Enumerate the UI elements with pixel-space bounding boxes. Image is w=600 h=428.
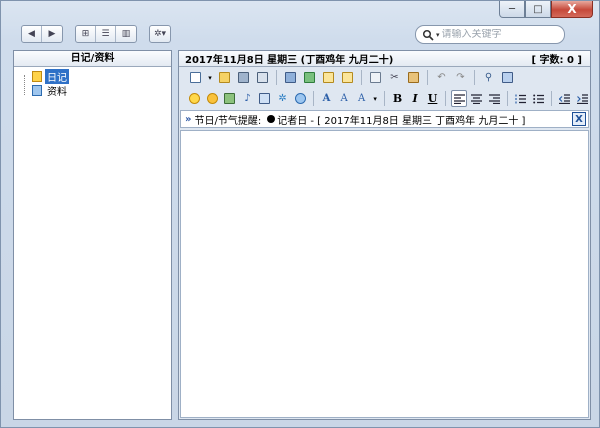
save-as-button[interactable] (254, 69, 271, 86)
insert-table-button[interactable] (257, 90, 273, 107)
close-button[interactable]: X (551, 1, 593, 18)
insert-link-button[interactable] (292, 90, 308, 107)
settings-group: ✲▾ (149, 25, 171, 43)
maximize-button[interactable]: □ (525, 1, 551, 18)
view-list-button[interactable]: ☰ (96, 26, 116, 42)
import-button[interactable] (320, 69, 337, 86)
font-color-dropdown-icon[interactable]: ▾ (371, 90, 378, 107)
view-columns-button[interactable]: ▥ (116, 26, 136, 42)
toolbar-divider (506, 91, 508, 106)
insert-special-button[interactable]: ✲ (275, 90, 291, 107)
open-folder-button[interactable] (216, 69, 233, 86)
insert-image-button[interactable] (222, 90, 238, 107)
main-toolbar: ◀ ▶ ⊞ ☰ ▥ ✲▾ ▾ (15, 23, 569, 45)
new-dropdown-icon[interactable]: ▾ (206, 69, 214, 86)
align-left-icon (453, 93, 465, 104)
word-count: [ 字数: 0 ] (531, 55, 582, 66)
insert-music-button[interactable]: ♪ (240, 90, 256, 107)
toolbar-divider (550, 91, 552, 106)
align-center-button[interactable] (469, 90, 485, 107)
forward-button[interactable]: ▶ (42, 26, 62, 42)
doc-icon (32, 84, 42, 96)
chevron-right-icon[interactable]: » (185, 114, 191, 125)
indent-icon (576, 93, 588, 104)
paste-button[interactable] (405, 69, 422, 86)
search-dropdown-icon[interactable]: ▾ (436, 31, 440, 39)
tree-item-label: 资料 (47, 86, 67, 98)
app-window: ─ □ X ◀ ▶ ⊞ ☰ ▥ ✲▾ ▾ 日记/资料 (0, 0, 600, 428)
caption-buttons: ─ □ X (499, 1, 593, 18)
nav-buttons: ◀ ▶ (21, 25, 63, 43)
cut-button[interactable]: ✂ (386, 69, 403, 86)
copy-button[interactable] (367, 69, 384, 86)
emoji-button[interactable] (187, 90, 203, 107)
right-panel: 2017年11月8日 星期三 (丁酉鸡年 九月二十) [ 字数: 0 ] ▾ ✂… (178, 50, 591, 420)
align-left-button[interactable] (451, 90, 467, 107)
outdent-button[interactable] (557, 90, 573, 107)
outdent-icon (559, 93, 571, 104)
face-button[interactable] (205, 90, 221, 107)
search-input[interactable] (441, 29, 562, 40)
attach-button[interactable] (339, 69, 356, 86)
numbered-list-button[interactable] (513, 90, 529, 107)
font-button[interactable]: A (319, 90, 335, 107)
toolbar-divider (474, 70, 475, 85)
tree-item-materials[interactable]: 资料 (22, 83, 171, 98)
reminder-label: 节日/节气提醒: (194, 115, 262, 127)
settings-gear-button[interactable]: ✲▾ (150, 26, 170, 42)
print-button[interactable] (282, 69, 299, 86)
tree-connector (24, 75, 25, 95)
align-center-icon (471, 93, 483, 104)
align-right-button[interactable] (486, 90, 502, 107)
view-switcher: ⊞ ☰ ▥ (75, 25, 137, 43)
edit-toolbar: ▾ ✂ ↶ ↷ ⚲ (179, 67, 590, 88)
bullet-list-button[interactable] (530, 90, 546, 107)
find-button[interactable]: ⚲ (480, 69, 497, 86)
new-doc-button[interactable] (187, 69, 204, 86)
diary-date-header: 2017年11月8日 星期三 (丁酉鸡年 九月二十) [ 字数: 0 ] (179, 51, 590, 67)
tree-item-label: 日记 (45, 68, 69, 84)
holiday-reminder-bar: » 节日/节气提醒: 记者日 - [ 2017年11月8日 星期三 丁酉鸡年 九… (180, 110, 589, 128)
back-button[interactable]: ◀ (22, 26, 42, 42)
toolbar-divider (383, 91, 385, 106)
numbered-list-icon (515, 94, 527, 103)
minimize-button[interactable]: ─ (499, 1, 525, 18)
reminder-close-button[interactable]: X (572, 112, 586, 126)
indent-button[interactable] (574, 90, 590, 107)
bullet-dot-icon (267, 115, 276, 123)
category-tree: 日记 资料 (14, 67, 171, 98)
toolbar-divider (276, 70, 277, 85)
toolbar-divider (445, 91, 447, 106)
toolbar-divider (312, 91, 314, 106)
search-icon (422, 29, 434, 41)
underline-button[interactable]: U (425, 90, 441, 107)
redo-button[interactable]: ↷ (452, 69, 469, 86)
undo-button[interactable]: ↶ (433, 69, 450, 86)
format-toolbar: ♪ ✲ A A A ▾ B I U (179, 88, 590, 109)
bold-button[interactable]: B (390, 90, 406, 107)
export-button[interactable] (301, 69, 318, 86)
search-box: ▾ (415, 25, 565, 44)
font-color-button[interactable]: A (354, 90, 370, 107)
left-panel-title: 日记/资料 (14, 51, 171, 67)
bullet-list-icon (532, 94, 544, 103)
tree-item-diary[interactable]: 日记 (22, 68, 171, 84)
date-label: 2017年11月8日 星期三 (丁酉鸡年 九月二十) (185, 55, 394, 66)
italic-button[interactable]: I (407, 90, 423, 107)
replace-button[interactable] (499, 69, 516, 86)
left-panel: 日记/资料 日记 资料 (13, 50, 172, 420)
save-button[interactable] (235, 69, 252, 86)
diary-book-icon (32, 70, 42, 82)
reminder-event: 记者日 - [ 2017年11月8日 星期三 丁酉鸡年 九月二十 ] (277, 115, 526, 127)
font-size-button[interactable]: A (336, 90, 352, 107)
diary-editor[interactable] (180, 130, 589, 418)
toolbar-divider (361, 70, 362, 85)
view-grid-button[interactable]: ⊞ (76, 26, 96, 42)
align-right-icon (488, 93, 500, 104)
toolbar-divider (427, 70, 428, 85)
